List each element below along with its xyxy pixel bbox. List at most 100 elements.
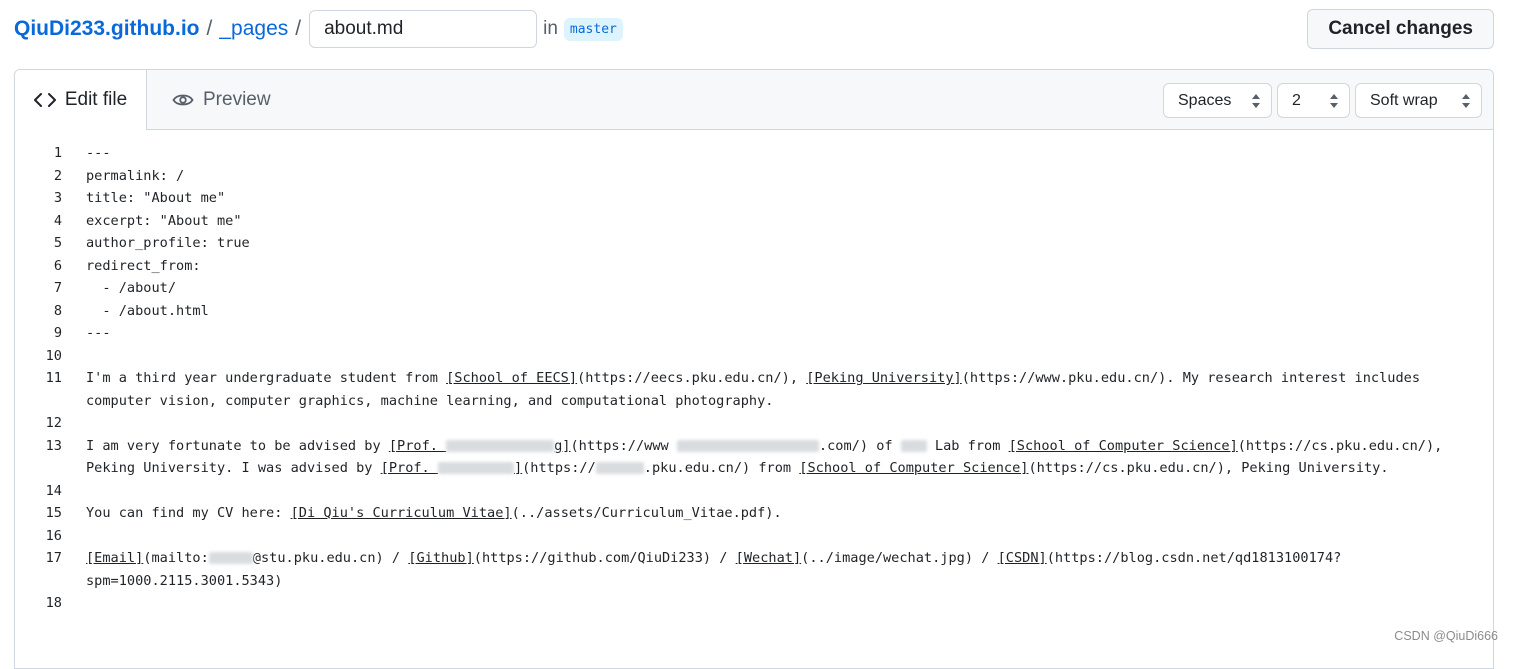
markdown-link-text: [CSDN]: [997, 550, 1047, 566]
watermark: CSDN @QiuDi666: [1394, 629, 1498, 643]
breadcrumb-folder-link[interactable]: _pages: [219, 17, 288, 41]
code-line: 18: [15, 592, 1493, 615]
code-line: 1 ---: [15, 142, 1493, 165]
markdown-link-text: [Di Qiu's Curriculum Vitae]: [290, 505, 512, 521]
line-number: 11: [45, 370, 62, 386]
line-text[interactable]: ---: [86, 322, 1446, 345]
select-arrows-icon: [1252, 94, 1260, 108]
line-number: 6: [53, 257, 62, 274]
line-number: 13: [45, 437, 62, 454]
text-span: I am very fortunate to be advised by: [86, 437, 389, 454]
code-line: 16: [15, 525, 1493, 548]
code-line: 8 - /about.html: [15, 300, 1493, 323]
tab-edit-label: Edit file: [64, 89, 128, 110]
code-line: 7 - /about/: [15, 277, 1493, 300]
markdown-link-text: [Peking University]: [806, 370, 962, 386]
code-line: 5 author_profile: true: [15, 232, 1493, 255]
text-span: (https://github.com/QiuDi233) /: [473, 550, 736, 566]
line-text[interactable]: title: "About me": [86, 187, 1446, 210]
line-text[interactable]: [86, 345, 1446, 368]
code-line: 6 redirect_from:: [15, 255, 1493, 278]
line-text[interactable]: author_profile: true: [86, 232, 1446, 255]
line-number: 3: [53, 190, 62, 206]
code-line: 14: [15, 480, 1493, 503]
select-arrows-icon: [1462, 94, 1470, 108]
tab-preview[interactable]: Preview: [172, 70, 271, 129]
cancel-changes-button[interactable]: Cancel changes: [1307, 9, 1494, 49]
eye-icon: [172, 92, 194, 108]
breadcrumb-repo-link[interactable]: QiuDi233.github.io: [14, 17, 200, 41]
line-number: 7: [53, 280, 62, 296]
code-line: 12: [15, 412, 1493, 435]
text-span: @stu.pku.edu.cn) /: [252, 550, 409, 566]
code-icon: [33, 92, 56, 108]
line-number: 15: [45, 505, 62, 521]
redacted-blur: [437, 462, 514, 474]
editor-toolbar: Edit file Preview Spaces 2 Soft wrap: [15, 70, 1493, 130]
line-text[interactable]: [Email](mailto: @stu.pku.edu.cn) / [Githu…: [86, 547, 1446, 592]
line-wrap-select[interactable]: Soft wrap: [1355, 83, 1482, 118]
line-text[interactable]: - /about.html: [86, 300, 1446, 323]
text-span: (https://cs.pku.edu.cn/), Peking Univers…: [1028, 460, 1389, 476]
breadcrumb-separator: /: [295, 17, 302, 40]
markdown-link-text: [Email]: [86, 550, 144, 566]
text-span: [Prof.: [388, 437, 447, 454]
branch-in-label: in: [543, 18, 558, 39]
branch-badge: master: [563, 17, 623, 41]
select-arrows-icon: [1330, 94, 1338, 108]
redacted-blur: [446, 439, 555, 452]
code-line: 3 title: "About me": [15, 187, 1493, 210]
line-text[interactable]: [86, 592, 1446, 615]
markdown-link-text: [Github]: [408, 550, 474, 566]
line-text[interactable]: ---: [86, 142, 1446, 165]
markdown-link-text: [Prof. g]: [389, 438, 571, 454]
text-span: Lab from: [926, 437, 1009, 454]
file-editor: Edit file Preview Spaces 2 Soft wrap 1 --…: [14, 69, 1494, 669]
line-text[interactable]: excerpt: "About me": [86, 210, 1446, 233]
line-number: 1: [53, 145, 62, 161]
code-line: 11 I'm a third year undergraduate student…: [15, 367, 1493, 412]
line-number: 9: [53, 325, 62, 341]
line-text[interactable]: [86, 525, 1446, 548]
code-line: 13 I am very fortunate to be advised by […: [15, 435, 1493, 480]
markdown-link-text: [Prof. ]: [381, 460, 522, 476]
tab-edit-file[interactable]: Edit file: [15, 70, 147, 130]
text-span: g]: [554, 437, 571, 454]
line-text[interactable]: - /about/: [86, 277, 1446, 300]
line-number: 5: [53, 235, 62, 251]
indent-size-select[interactable]: 2: [1277, 83, 1350, 118]
text-span: (https://eecs.pku.edu.cn/),: [577, 370, 807, 386]
line-text[interactable]: permalink: /: [86, 165, 1446, 188]
line-text[interactable]: I am very fortunate to be advised by [Pr…: [86, 435, 1446, 480]
text-span: ]: [513, 460, 523, 476]
tab-preview-label: Preview: [203, 88, 271, 110]
text-span: [Prof.: [380, 460, 438, 476]
line-number: 10: [45, 347, 62, 364]
line-text[interactable]: redirect_from:: [86, 255, 1446, 278]
line-number: 2: [53, 167, 62, 184]
redacted-blur: [900, 439, 927, 452]
line-number: 18: [45, 595, 62, 611]
markdown-link-text: [Wechat]: [735, 550, 802, 566]
text-span: (../assets/Curriculum_Vitae.pdf).: [511, 505, 782, 521]
line-text[interactable]: [86, 480, 1446, 503]
line-text[interactable]: [86, 412, 1446, 435]
redacted-blur: [595, 462, 644, 474]
code-line: 15 You can find my CV here: [Di Qiu's Cur…: [15, 502, 1493, 525]
indent-mode-value: Spaces: [1178, 91, 1232, 109]
code-line: 2 permalink: /: [15, 165, 1493, 188]
indent-mode-select[interactable]: Spaces: [1163, 83, 1272, 118]
line-number: 4: [53, 212, 62, 229]
filename-input[interactable]: [309, 10, 538, 48]
code-editor[interactable]: 1 --- 2 permalink: / 3 title: "About me" 4 e…: [15, 142, 1493, 615]
line-number: 8: [53, 302, 62, 319]
line-number: 17: [45, 550, 62, 566]
text-span: .pku.edu.cn/) from: [643, 460, 800, 476]
breadcrumb-bar: QiuDi233.github.io / _pages / in master …: [14, 9, 1494, 49]
code-line: 17 [Email](mailto: @stu.pku.edu.cn) / [Git…: [15, 547, 1493, 592]
text-span: (mailto:: [143, 550, 209, 566]
code-line: 4 excerpt: "About me": [15, 210, 1493, 233]
line-text[interactable]: I'm a third year undergraduate student f…: [86, 367, 1446, 412]
line-text[interactable]: You can find my CV here: [Di Qiu's Curri…: [86, 502, 1446, 525]
markdown-link-text: [School of Computer Science]: [1008, 437, 1238, 454]
